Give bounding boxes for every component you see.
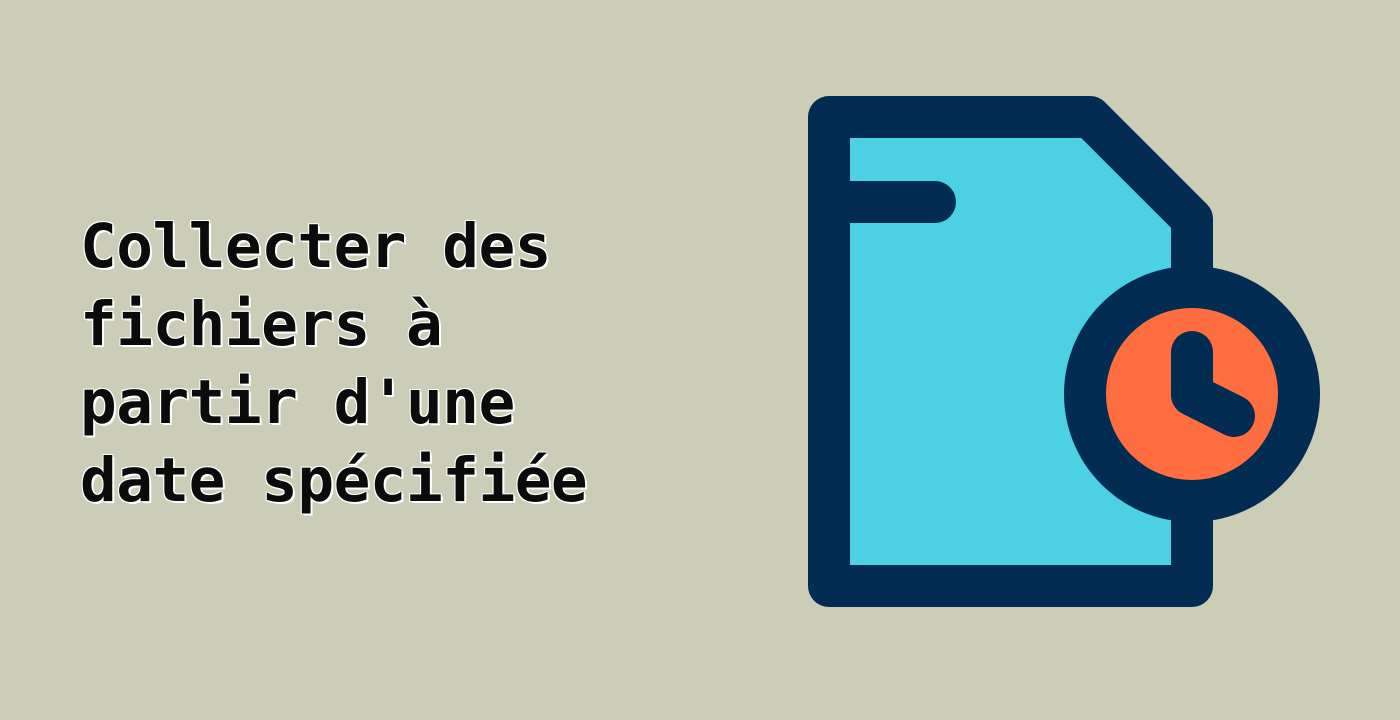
clock-icon xyxy=(1064,266,1320,522)
title-line-1: Collecter des xyxy=(80,211,551,282)
file-clock-icon xyxy=(800,96,1330,616)
title-line-3: partir d'une xyxy=(80,367,515,438)
title-line-2: fichiers à xyxy=(80,289,443,360)
page-title: Collecter des fichiers à partir d'une da… xyxy=(80,208,720,520)
title-line-4: date spécifiée xyxy=(80,445,588,516)
